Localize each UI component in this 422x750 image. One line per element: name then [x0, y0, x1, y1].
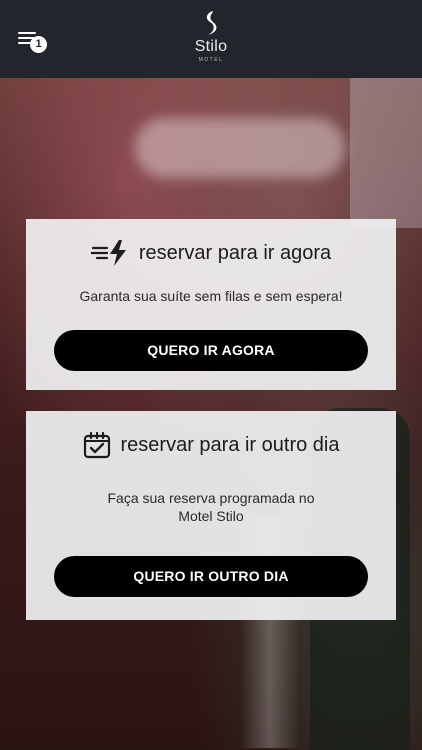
reserve-now-description: Garanta sua suíte sem filas e sem espera…: [79, 288, 343, 304]
reserve-later-title: reservar para ir outro dia: [120, 433, 340, 456]
reserve-later-card: reservar para ir outro dia Faça sua rese…: [26, 411, 396, 620]
logo-subtitle: MOTEL: [198, 57, 224, 63]
reserve-later-button[interactable]: QUERO IR OUTRO DIA: [54, 556, 368, 597]
calendar-check-icon: [83, 431, 110, 459]
fast-lightning-icon: [90, 240, 126, 266]
top-bar: 1 Stilo MOTEL: [0, 0, 422, 78]
app-logo: Stilo MOTEL: [0, 10, 422, 63]
reserve-now-header: reservar para ir agora: [26, 239, 396, 267]
background-wall: [350, 78, 422, 228]
logo-name: Stilo: [194, 38, 228, 55]
reserve-later-header: reservar para ir outro dia: [26, 431, 396, 459]
reserve-now-button[interactable]: QUERO IR AGORA: [54, 330, 368, 371]
logo-mark-icon: [206, 11, 217, 35]
reserve-later-description: Faça sua reserva programada no Motel Sti…: [107, 490, 315, 524]
reserve-now-card: reservar para ir agora Garanta sua suíte…: [26, 219, 396, 390]
background-pillow: [135, 118, 345, 178]
reserve-now-title: reservar para ir agora: [138, 241, 332, 264]
